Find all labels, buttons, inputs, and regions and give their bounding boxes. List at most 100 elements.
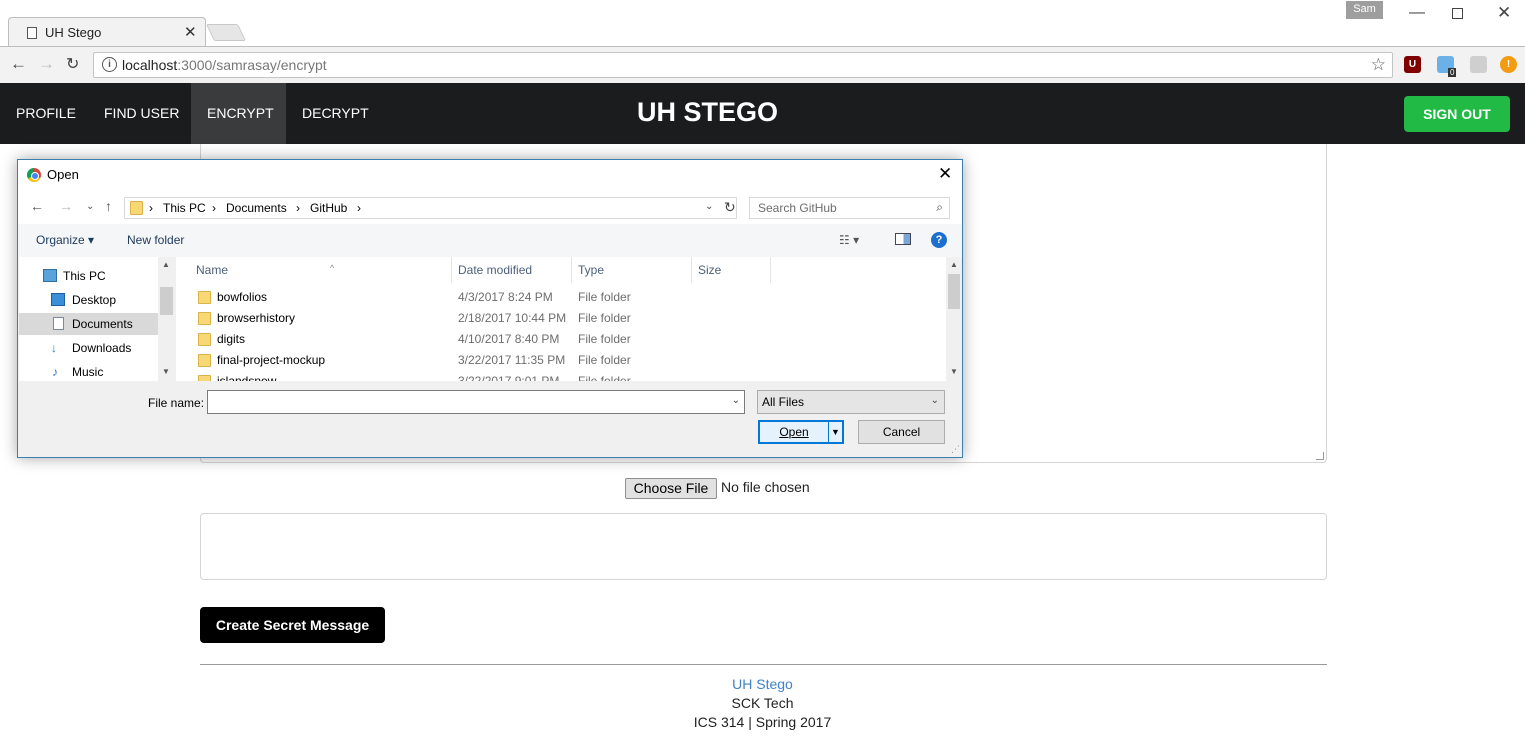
nav-item-label: Documents — [72, 317, 133, 331]
nav-item-documents[interactable]: Documents — [19, 313, 158, 335]
column-date[interactable]: Date modified — [452, 257, 572, 283]
scroll-thumb[interactable] — [948, 274, 960, 309]
nav-decrypt[interactable]: DECRYPT — [286, 83, 385, 144]
bookmark-star-icon[interactable]: ☆ — [1371, 55, 1386, 75]
dialog-forward-icon[interactable]: → — [59, 198, 73, 214]
maximize-icon[interactable] — [1452, 8, 1463, 19]
profile-badge[interactable]: Sam — [1346, 1, 1383, 19]
file-type: File folder — [578, 374, 631, 381]
dialog-file-list: Name ^ Date modified Type Size bowfolios… — [176, 257, 962, 381]
info-icon[interactable]: i — [102, 57, 117, 72]
new-tab-button[interactable] — [206, 24, 246, 41]
scroll-down-icon[interactable]: ▼ — [950, 367, 958, 376]
folder-icon — [198, 312, 211, 325]
nav-find-user[interactable]: FIND USER — [88, 83, 195, 144]
footer-link[interactable]: UH Stego — [732, 676, 793, 692]
breadcrumb-documents[interactable]: Documents — [226, 201, 287, 215]
help-icon[interactable]: ? — [931, 232, 947, 248]
folder-icon — [198, 291, 211, 304]
file-row[interactable]: digits 4/10/2017 8:40 PM File folder — [176, 329, 946, 350]
file-date: 4/3/2017 8:24 PM — [458, 290, 553, 304]
nav-encrypt[interactable]: ENCRYPT — [191, 83, 286, 144]
nav-item-label: This PC — [63, 269, 106, 283]
tab-close-icon[interactable]: ✕ — [184, 23, 197, 41]
cancel-button[interactable]: Cancel — [858, 420, 945, 444]
nav-item-label: Music — [72, 365, 104, 379]
preview-pane-icon[interactable] — [895, 233, 911, 245]
file-name-input[interactable]: ⌄ — [207, 390, 745, 414]
page-icon — [27, 27, 37, 39]
nav-profile[interactable]: PROFILE — [0, 83, 92, 144]
nav-item-music[interactable]: ♪ Music — [19, 361, 158, 383]
url-path: :3000/samrasay/encrypt — [177, 57, 327, 73]
refresh-icon[interactable]: ↻ — [724, 199, 736, 216]
file-type: File folder — [578, 332, 631, 346]
back-arrow-icon[interactable]: ← — [10, 54, 27, 74]
dialog-resize-grip-icon[interactable]: ⋰ — [951, 444, 960, 455]
folder-icon — [130, 201, 143, 215]
ublock-icon[interactable]: U — [1404, 56, 1421, 73]
file-list-scrollbar[interactable]: ▲ ▼ — [946, 257, 962, 381]
view-options-icon[interactable]: ☷ ▾ — [839, 233, 859, 247]
site-brand: UH STEGO — [637, 97, 779, 127]
resize-grip-icon[interactable] — [1316, 452, 1324, 460]
browser-tab[interactable]: UH Stego ✕ — [8, 17, 206, 46]
secret-input-field[interactable] — [200, 513, 1327, 580]
file-type: File folder — [578, 353, 631, 367]
new-folder-button[interactable]: New folder — [127, 233, 184, 247]
dialog-nav-pane: This PC Desktop Documents ↓ Downloads ♪ … — [19, 257, 175, 381]
alert-icon[interactable]: ! — [1500, 56, 1517, 73]
scroll-up-icon[interactable]: ▲ — [162, 260, 170, 269]
breadcrumb-github[interactable]: GitHub — [310, 201, 347, 215]
open-split-dropdown-icon[interactable]: ▼ — [828, 422, 842, 442]
desktop-icon — [51, 293, 65, 306]
column-size[interactable]: Size — [692, 257, 771, 283]
file-name: digits — [217, 332, 246, 346]
organize-menu[interactable]: Organize ▾ — [36, 233, 94, 247]
scroll-thumb[interactable] — [160, 287, 173, 315]
scroll-down-icon[interactable]: ▼ — [162, 367, 170, 376]
chevron-down-icon[interactable]: ⌄ — [931, 395, 939, 406]
nav-item-desktop[interactable]: Desktop — [19, 289, 158, 311]
create-secret-message-button[interactable]: Create Secret Message — [200, 607, 385, 643]
nav-pane-scrollbar[interactable]: ▲ ▼ — [158, 257, 175, 381]
file-row[interactable]: islandsnow 3/22/2017 9:01 PM File folder — [176, 371, 946, 381]
file-type-filter[interactable]: All Files ⌄ — [757, 390, 945, 414]
file-type: File folder — [578, 311, 631, 325]
extension-icon[interactable] — [1470, 56, 1487, 73]
breadcrumb-this-pc[interactable]: This PC — [163, 201, 206, 215]
nav-item-downloads[interactable]: ↓ Downloads — [19, 337, 158, 359]
sign-out-button[interactable]: SIGN OUT — [1404, 96, 1510, 132]
dialog-back-icon[interactable]: ← — [30, 198, 44, 214]
column-name[interactable]: Name ^ — [190, 257, 452, 283]
open-button[interactable]: Open ▼ — [758, 420, 844, 444]
nav-item-this-pc[interactable]: This PC — [19, 265, 158, 287]
dialog-search-field[interactable]: Search GitHub ⌕ — [749, 197, 950, 219]
file-date: 4/10/2017 8:40 PM — [458, 332, 560, 346]
open-file-dialog: Open ✕ ← → ⌄ ↑ › This PC › Documents › G… — [17, 159, 963, 458]
dialog-path-bar[interactable]: › This PC › Documents › GitHub › ⌄ ↻ — [124, 197, 737, 219]
dialog-close-icon[interactable]: ✕ — [938, 164, 952, 184]
forward-arrow-icon[interactable]: → — [38, 54, 55, 74]
tab-title: UH Stego — [45, 25, 102, 40]
dialog-address-row: ← → ⌄ ↑ › This PC › Documents › GitHub ›… — [18, 190, 962, 224]
url-text[interactable]: localhost:3000/samrasay/encrypt — [122, 57, 327, 73]
nav-item-label: Downloads — [72, 341, 132, 355]
scroll-up-icon[interactable]: ▲ — [950, 260, 958, 269]
column-type[interactable]: Type — [572, 257, 692, 283]
path-dropdown-icon[interactable]: ⌄ — [705, 201, 713, 212]
file-row[interactable]: bowfolios 4/3/2017 8:24 PM File folder — [176, 287, 946, 308]
up-folder-icon[interactable]: ↑ — [105, 198, 112, 214]
folder-icon — [198, 333, 211, 346]
choose-file-button[interactable]: Choose File — [625, 478, 717, 499]
chevron-down-icon[interactable]: ⌄ — [732, 395, 740, 406]
address-bar[interactable]: i localhost:3000/samrasay/encrypt ☆ — [93, 52, 1393, 78]
recent-locations-icon[interactable]: ⌄ — [86, 201, 94, 212]
window-close-icon[interactable]: ✕ — [1497, 3, 1511, 23]
minimize-icon[interactable]: — — [1409, 4, 1425, 22]
reload-icon[interactable]: ↻ — [66, 54, 79, 74]
file-row[interactable]: browserhistory 2/18/2017 10:44 PM File f… — [176, 308, 946, 329]
footer-company: SCK Tech — [731, 695, 794, 711]
file-row[interactable]: final-project-mockup 3/22/2017 11:35 PM … — [176, 350, 946, 371]
search-icon[interactable]: ⌕ — [936, 200, 943, 215]
